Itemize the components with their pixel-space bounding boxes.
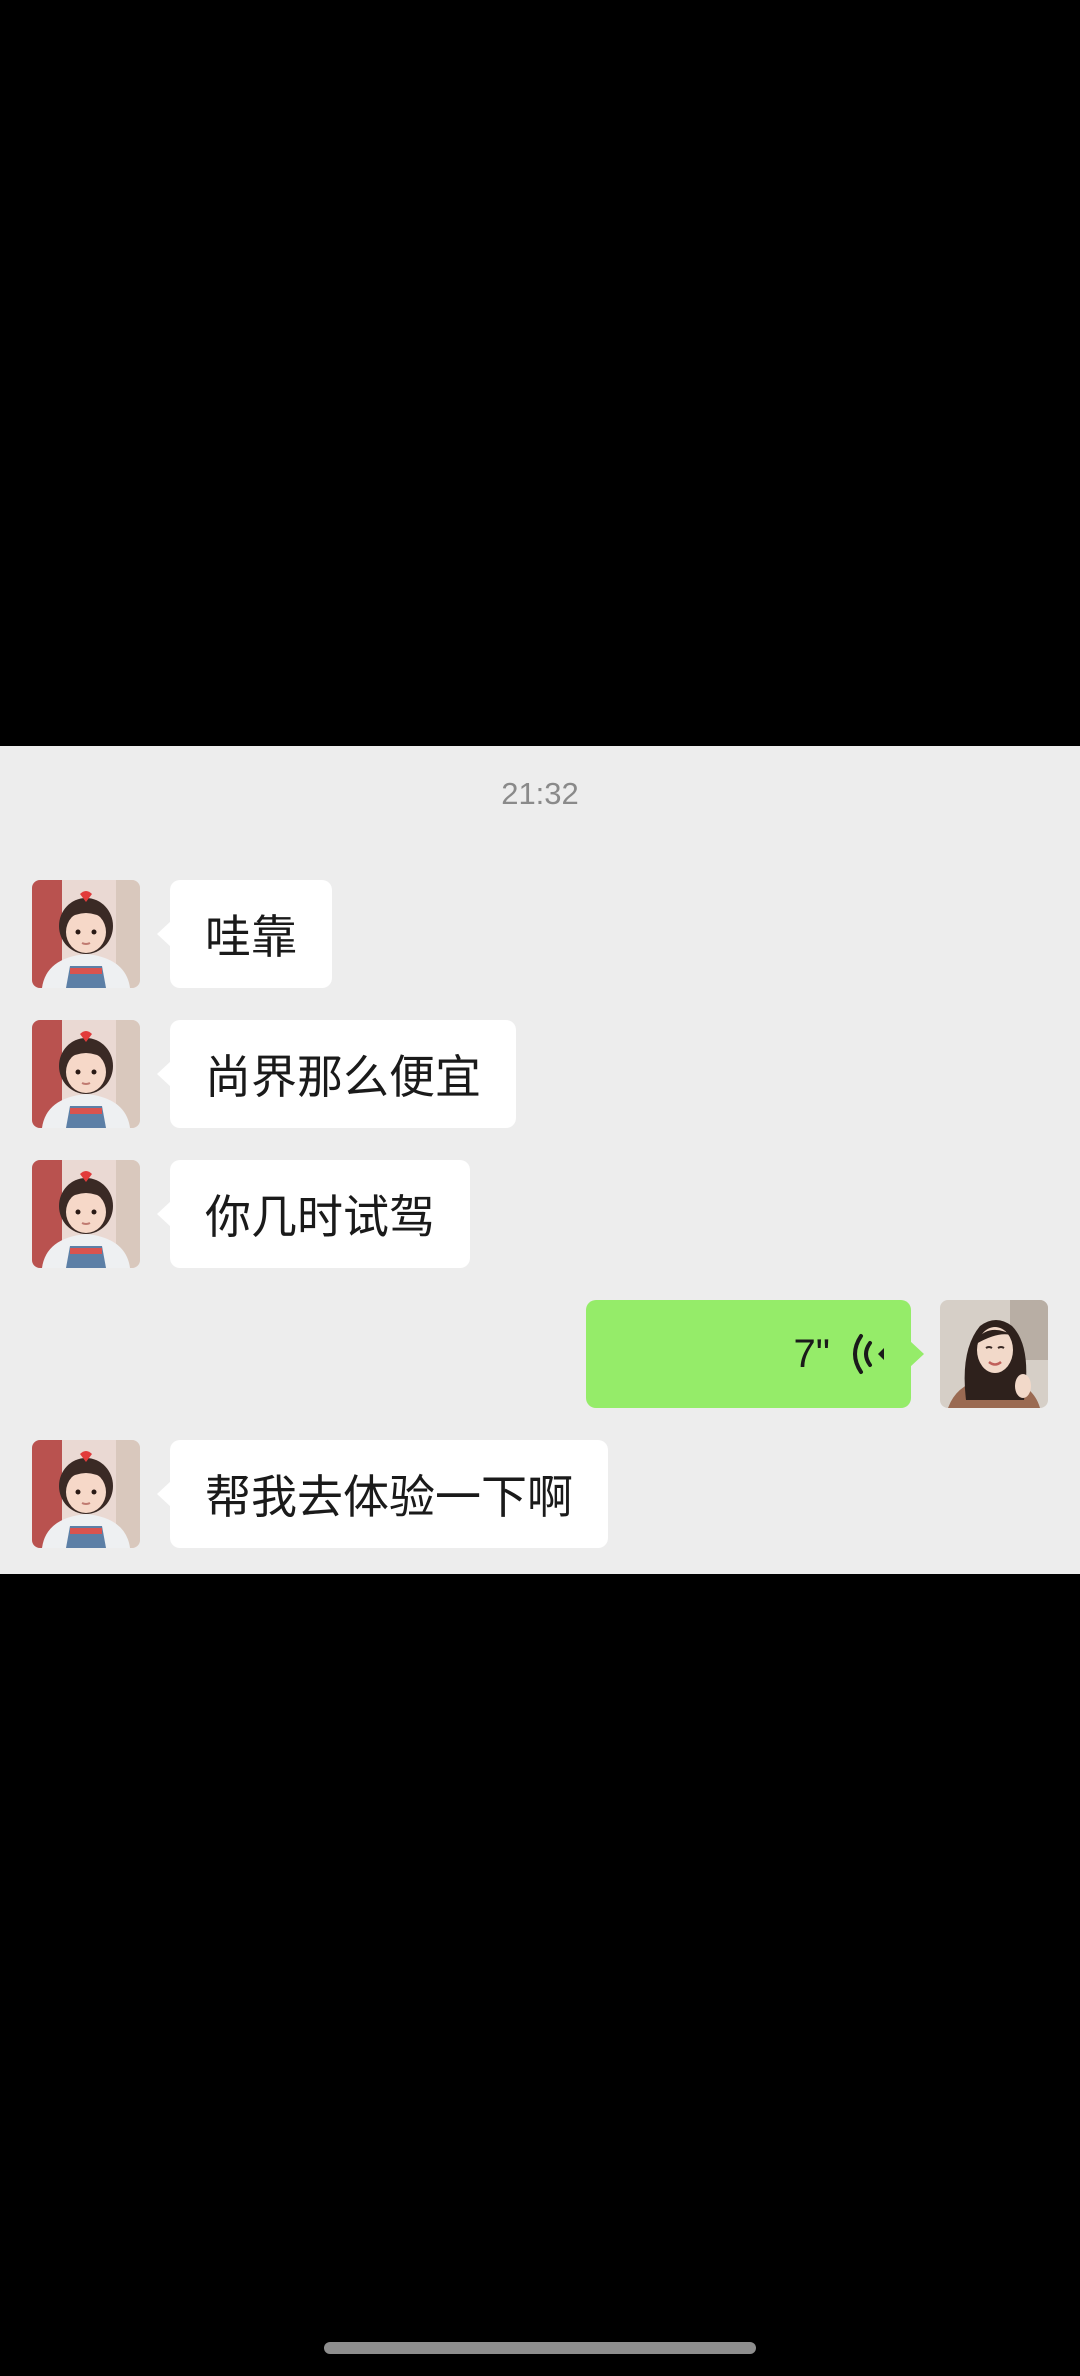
child-avatar-icon[interactable]	[32, 1020, 140, 1128]
phone-screen: 21:32 哇靠 尚界那么便宜 你几时试驾 7" 帮我去体验一下啊	[0, 0, 1080, 2376]
incoming-message-bubble[interactable]: 你几时试驾	[157, 1160, 470, 1268]
incoming-message-bubble[interactable]: 帮我去体验一下啊	[157, 1440, 608, 1548]
voice-duration-label: 7"	[793, 1331, 830, 1376]
message-timestamp: 21:32	[501, 776, 579, 811]
chat-message-list[interactable]: 21:32 哇靠 尚界那么便宜 你几时试驾 7" 帮我去体验一下啊	[0, 746, 1080, 1574]
child-avatar-icon[interactable]	[32, 1160, 140, 1268]
outgoing-voice-message[interactable]: 7"	[586, 1300, 924, 1408]
woman-avatar-icon[interactable]	[940, 1300, 1048, 1408]
incoming-message-bubble[interactable]: 尚界那么便宜	[157, 1020, 516, 1128]
voice-wave-icon	[853, 1334, 884, 1374]
child-avatar-icon[interactable]	[32, 1440, 140, 1548]
child-avatar-icon[interactable]	[32, 880, 140, 988]
home-indicator-bar[interactable]	[324, 2342, 756, 2354]
incoming-message-bubble[interactable]: 哇靠	[157, 880, 332, 988]
